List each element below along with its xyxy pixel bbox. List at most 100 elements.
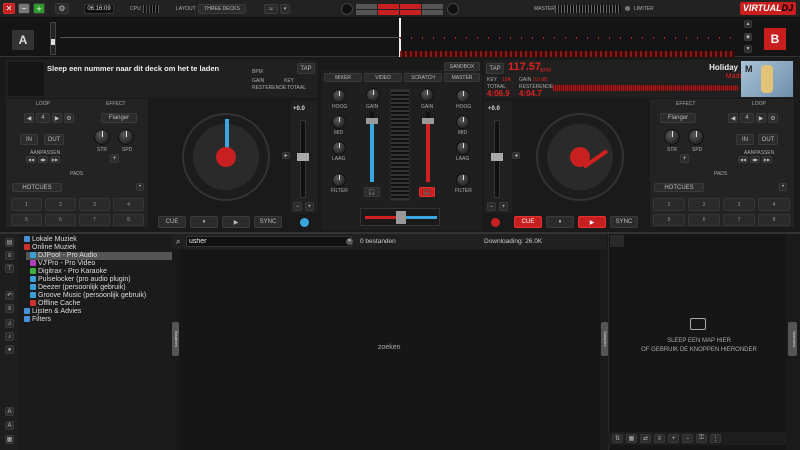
- deck-b-spd-knob[interactable]: [688, 129, 704, 145]
- folder-add-icon[interactable]: ▤: [5, 238, 14, 247]
- deck-b-hotcues-select[interactable]: HOTCUES: [654, 183, 704, 192]
- filter-icon[interactable]: ⊤: [5, 264, 14, 273]
- deck-b-pad[interactable]: 7: [723, 214, 755, 226]
- menu-icon[interactable]: ⋮: [710, 434, 721, 443]
- mixer-b-headphone-button[interactable]: 🎧: [419, 187, 435, 197]
- deck-b-pad[interactable]: 6: [688, 214, 720, 226]
- mixer-b-volume-fader[interactable]: [422, 112, 434, 182]
- deck-a-out-button[interactable]: OUT: [44, 134, 64, 145]
- tree-item-selected[interactable]: DJPool - Pro Audio: [26, 252, 172, 260]
- headphone-icon[interactable]: [447, 3, 459, 15]
- tree-item-9[interactable]: Lijsten & Advies: [24, 308, 81, 316]
- deck-a-sync-button[interactable]: SYNC: [254, 216, 282, 228]
- deck-b-effect-select[interactable]: Flanger: [660, 113, 696, 123]
- deck-b-pause-button[interactable]: ⏸: [546, 216, 574, 228]
- deck-b-shift-mid[interactable]: ◀▶: [750, 156, 760, 163]
- deck-a-loop-size[interactable]: 4: [36, 113, 50, 123]
- deck-b-loop-plus[interactable]: ▶: [756, 113, 766, 123]
- right-edge-tab[interactable]: Sideview: [788, 322, 797, 356]
- deck-a-pad[interactable]: 2: [45, 198, 76, 211]
- tree-item-0[interactable]: Lokale Muziek: [24, 236, 77, 244]
- deck-a-str-knob[interactable]: [94, 129, 110, 145]
- deck-a-scroll[interactable]: [50, 22, 56, 55]
- tree-item-5[interactable]: Pulselocker (pro audio plugin): [30, 276, 131, 284]
- tree-item-8[interactable]: Offline Cache: [30, 300, 80, 308]
- deck-b-pad[interactable]: 4: [758, 198, 790, 211]
- deck-a-pad[interactable]: 3: [79, 198, 110, 211]
- dropdown-chevron-icon[interactable]: ▾: [280, 4, 290, 14]
- mixer-a-headphone-button[interactable]: 🎧: [364, 187, 380, 197]
- deck-b-sync-button[interactable]: SYNC: [610, 216, 638, 228]
- mixer-a-high-knob[interactable]: [332, 89, 346, 103]
- deck-a-pitch-minus[interactable]: −: [293, 202, 302, 211]
- settings-small-icon[interactable]: ▦: [5, 435, 14, 444]
- search-clear-icon[interactable]: ✕: [346, 238, 353, 245]
- deck-b-shift-left[interactable]: ◀◀: [738, 156, 748, 163]
- mixer-b-low-knob[interactable]: [456, 141, 470, 155]
- font-size-icon[interactable]: A: [5, 407, 14, 416]
- history-icon[interactable]: ↶: [5, 291, 14, 300]
- deck-a-pitch-handle-left[interactable]: ▸: [282, 152, 290, 159]
- deck-b-loop-size[interactable]: 4: [740, 113, 754, 123]
- mixer-b-high-knob[interactable]: [456, 89, 470, 103]
- deck-b-jog-wheel[interactable]: [536, 113, 624, 201]
- headphones-icon[interactable]: ♪: [5, 332, 14, 341]
- minimize-button[interactable]: −: [18, 3, 30, 14]
- search-input[interactable]: [186, 236, 352, 247]
- deck-b-pad[interactable]: 5: [653, 214, 685, 226]
- mixer-tab-master[interactable]: MASTER: [444, 73, 480, 82]
- deck-a-pad[interactable]: 6: [45, 214, 76, 226]
- playlist-icon[interactable]: ≡: [5, 251, 14, 260]
- remove-icon[interactable]: −: [682, 434, 693, 443]
- deck-a-loop-settings-icon[interactable]: ⚙: [64, 113, 74, 123]
- deck-b-pad[interactable]: 8: [758, 214, 790, 226]
- deck-a-pitch-plus[interactable]: +: [305, 202, 314, 211]
- deck-b-out-button[interactable]: OUT: [758, 134, 778, 145]
- tree-item-7[interactable]: Groove Music (persoonlijk gebruik): [30, 292, 146, 300]
- deck-b-play-button[interactable]: ▶: [578, 216, 606, 228]
- deck-a-shift-left[interactable]: ◀◀: [26, 156, 36, 163]
- sandbox-button[interactable]: SANDBOX: [444, 62, 480, 71]
- deck-b-pad[interactable]: 3: [723, 198, 755, 211]
- deck-a-pad[interactable]: 8: [113, 214, 144, 226]
- deck-b-loop-minus[interactable]: ◀: [728, 113, 738, 123]
- zoom-down-button[interactable]: ▼: [744, 45, 752, 53]
- limiter-indicator[interactable]: [625, 6, 630, 11]
- tree-item-10[interactable]: Filters: [24, 316, 51, 324]
- tree-item-3[interactable]: VJ'Pro - Pro Video: [30, 260, 95, 268]
- deck-a-pad[interactable]: 5: [11, 214, 42, 226]
- layout-select[interactable]: THREE DECKS: [198, 4, 246, 14]
- sort-icon[interactable]: ≡: [654, 434, 665, 443]
- deck-b-pad[interactable]: 1: [653, 198, 685, 211]
- deck-b-pitch-slider[interactable]: [491, 120, 503, 198]
- deck-a-hotcues-select[interactable]: HOTCUES: [12, 183, 62, 192]
- deck-a-badge[interactable]: A: [12, 30, 34, 50]
- deck-b-pitch-plus[interactable]: +: [499, 202, 508, 211]
- deck-a-cue-button[interactable]: CUE: [158, 216, 186, 228]
- mixer-tab-scratch[interactable]: SCRATCH: [404, 73, 442, 82]
- deck-a-loop-plus[interactable]: ▶: [52, 113, 62, 123]
- deck-b-pads-settings-icon[interactable]: •: [779, 183, 787, 191]
- waveform-icon[interactable]: ≈: [264, 4, 278, 14]
- maximize-button[interactable]: +: [33, 3, 45, 14]
- deck-b-cue-button[interactable]: CUE: [514, 216, 542, 228]
- deck-b-shift-right[interactable]: ▶▶: [762, 156, 772, 163]
- add-icon[interactable]: +: [668, 434, 679, 443]
- mic-icon[interactable]: ●: [5, 345, 14, 354]
- zoom-up-button[interactable]: ▲: [744, 20, 752, 28]
- shuffle-icon[interactable]: ⇄: [640, 434, 651, 443]
- close-button[interactable]: ✕: [3, 3, 15, 14]
- mixer-a-gain-knob[interactable]: [366, 88, 380, 102]
- grid-icon[interactable]: ▦: [626, 434, 637, 443]
- deck-b-badge[interactable]: B: [764, 28, 786, 50]
- deck-a-effect-select[interactable]: Flanger: [101, 113, 137, 123]
- tree-item-1[interactable]: Online Muziek: [24, 244, 76, 252]
- tree-item-6[interactable]: Deezer (persoonlijk gebruik): [30, 284, 126, 292]
- deck-b-pad[interactable]: 2: [688, 198, 720, 211]
- mixer-b-filter-knob[interactable]: [456, 173, 470, 187]
- mixer-a-volume-fader[interactable]: [366, 112, 378, 182]
- tree-item-4[interactable]: Digitrax - Pro Karaoke: [30, 268, 107, 276]
- automix-icon[interactable]: ⇅: [612, 434, 623, 443]
- deck-a-shift-mid[interactable]: ◀▶: [38, 156, 48, 163]
- deck-a-pad[interactable]: 1: [11, 198, 42, 211]
